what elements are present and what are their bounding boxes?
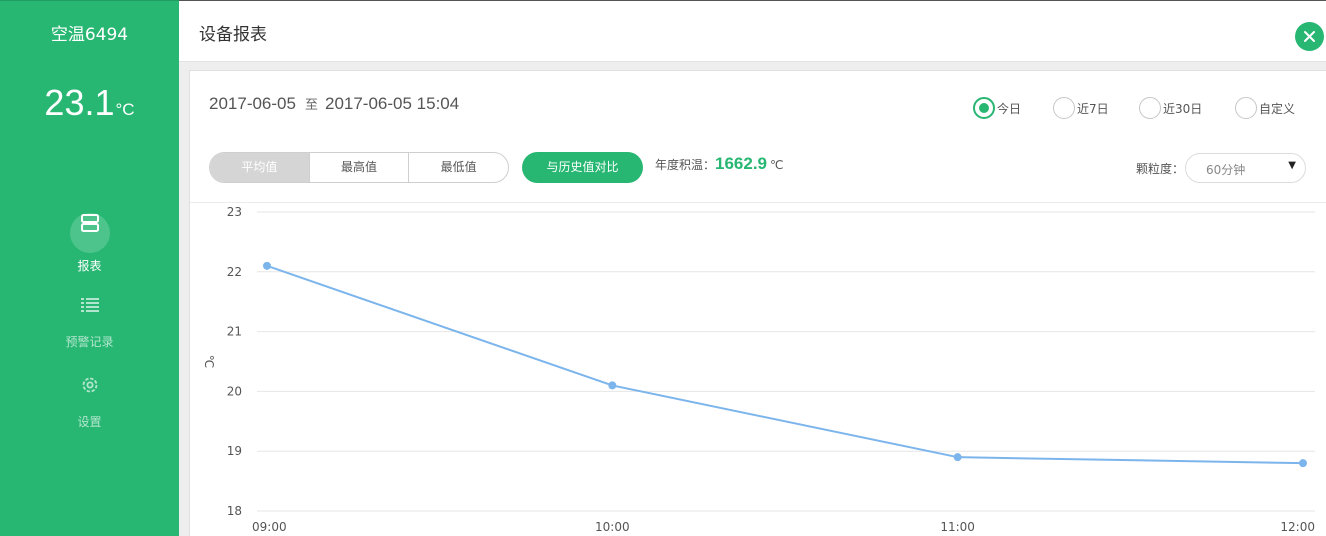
list-icon <box>70 295 110 335</box>
stat-button-average[interactable]: 平均值 <box>210 153 309 182</box>
y-tick-label: 23 <box>227 205 242 219</box>
data-point[interactable] <box>608 381 617 390</box>
current-temperature: 23.1°C <box>0 82 179 124</box>
annual-accumulated-temp: 年度积温：1662.9 ℃ <box>655 154 784 174</box>
report-icon <box>69 213 110 253</box>
y-tick-label: 19 <box>227 444 242 458</box>
x-axis: 09:00 10:00 11:00 12:00 <box>252 520 1315 534</box>
radio-icon <box>1139 97 1161 119</box>
annual-temp-unit: ℃ <box>770 158 784 172</box>
sidebar-item-label: 预警记录 <box>65 335 114 349</box>
y-axis: 23 22 21 20 19 18 <box>227 205 242 518</box>
date-range[interactable]: 2017-06-05 至 2017-06-05 15:04 <box>209 94 459 114</box>
y-tick-label: 20 <box>227 384 242 398</box>
x-tick-label: 09:00 <box>252 520 287 534</box>
date-separator: 至 <box>304 97 318 112</box>
range-option-label: 自定义 <box>1259 102 1296 116</box>
stat-button-max[interactable]: 最高值 <box>308 153 409 182</box>
grid <box>257 211 1315 512</box>
granularity-value: 60分钟 <box>1206 163 1246 177</box>
close-icon <box>1304 31 1315 42</box>
compare-history-button[interactable]: 与历史值对比 <box>522 152 643 183</box>
stat-button-min[interactable]: 最低值 <box>408 153 508 182</box>
y-tick-label: 22 <box>227 265 242 279</box>
x-tick-label: 11:00 <box>940 520 975 534</box>
y-axis-label: ℃ <box>202 355 216 368</box>
radio-icon <box>1053 97 1075 119</box>
series-line <box>266 264 1304 465</box>
gear-icon <box>70 375 110 415</box>
sidebar-item-alerts[interactable]: 预警记录 <box>0 285 179 350</box>
radio-icon <box>973 97 995 119</box>
caret-down-icon: ▼ <box>1288 160 1296 171</box>
sidebar-item-settings[interactable]: 设置 <box>0 365 179 430</box>
device-name: 空温6494 <box>50 25 129 45</box>
temperature-line-chart: 23 22 21 20 19 18 09:00 10:00 11:00 12:00 ℃ <box>202 205 1315 534</box>
date-end[interactable]: 2017-06-05 15:04 <box>325 94 459 113</box>
data-point[interactable] <box>263 261 271 270</box>
data-point[interactable] <box>1299 459 1307 468</box>
sidebar-item-label: 设置 <box>77 415 102 429</box>
stat-toggle-group: 平均值 最高值 最低值 <box>209 152 509 183</box>
annual-temp-label: 年度积温： <box>655 158 716 172</box>
close-button[interactable] <box>1295 22 1324 51</box>
y-tick-label: 21 <box>227 325 242 339</box>
granularity-select[interactable]: 60分钟 ▼ <box>1185 153 1306 183</box>
series-points <box>263 261 1307 468</box>
sidebar-item-label: 报表 <box>77 259 102 273</box>
current-temp-unit: °C <box>115 100 135 119</box>
x-tick-label: 12:00 <box>1280 520 1315 534</box>
page-title: 设备报表 <box>199 25 267 45</box>
y-tick-label: 18 <box>227 504 242 518</box>
sidebar-item-report[interactable]: 报表 <box>0 203 179 274</box>
current-temp-value: 23.1 <box>44 82 115 123</box>
radio-icon <box>1235 97 1257 119</box>
annual-temp-value: 1662.9 <box>715 154 768 173</box>
data-point[interactable] <box>953 453 962 462</box>
date-start[interactable]: 2017-06-05 <box>209 94 296 113</box>
range-option-label: 今日 <box>997 102 1022 116</box>
sidebar: 空温6494 23.1°C 报表 预警记录 设置 <box>0 0 179 536</box>
range-option-label: 近30日 <box>1163 102 1203 116</box>
header: 设备报表 <box>179 0 1326 62</box>
range-option-label: 近7日 <box>1077 102 1109 116</box>
granularity-label: 颗粒度： <box>1136 162 1185 176</box>
x-tick-label: 10:00 <box>595 520 630 534</box>
